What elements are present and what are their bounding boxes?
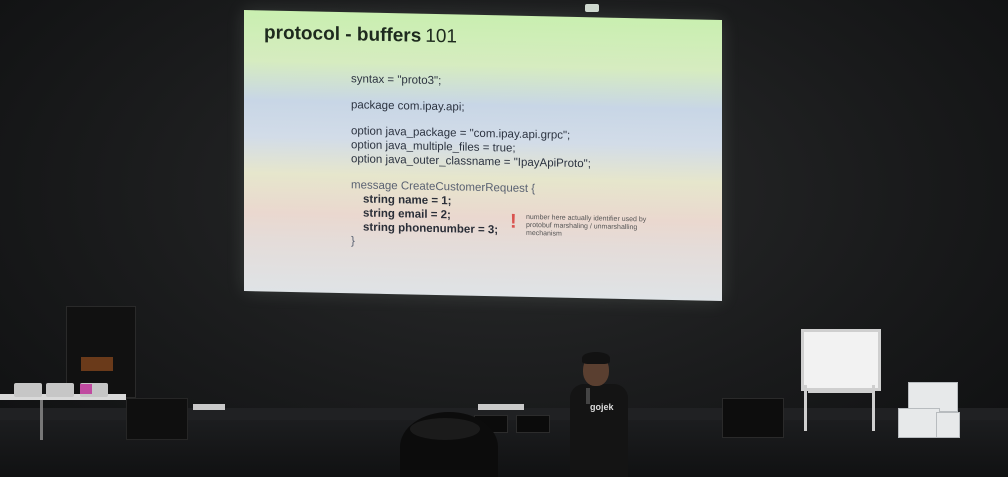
presenter: gojek [568,352,632,477]
laptop [14,383,42,397]
whiteboard-leg [872,385,875,431]
stage-monitor [516,415,550,433]
exclamation-icon: ! [510,210,517,233]
ceiling-light [585,4,599,12]
power-sockets [193,404,225,410]
presenter-hair [582,352,610,364]
amplifier-light [81,357,113,371]
whiteboard-leg [804,385,807,431]
whiteboard [801,329,881,391]
desk-item [80,384,92,394]
cardboard-boxes [898,382,960,438]
box [936,412,960,438]
whiteboard-shelf [808,389,872,393]
desk-leg [40,400,43,440]
stage-box [722,398,784,438]
power-sockets [478,404,524,410]
audience-hair [410,418,480,440]
slide-title: protocol - buffers 101 [264,22,457,48]
box [898,408,940,438]
shirt-logo: gojek [590,402,614,412]
slide-title-main: protocol - buffers [264,22,422,47]
slide-note: number here actually identifier used by … [526,213,647,238]
equipment-cart [126,398,188,440]
slide-title-number: 101 [425,25,457,48]
presenter-body [570,384,628,477]
projection-screen: protocol - buffers 101 syntax = "proto3";… [244,10,722,302]
laptop [46,383,74,397]
conference-room: protocol - buffers 101 syntax = "proto3";… [0,0,1008,477]
